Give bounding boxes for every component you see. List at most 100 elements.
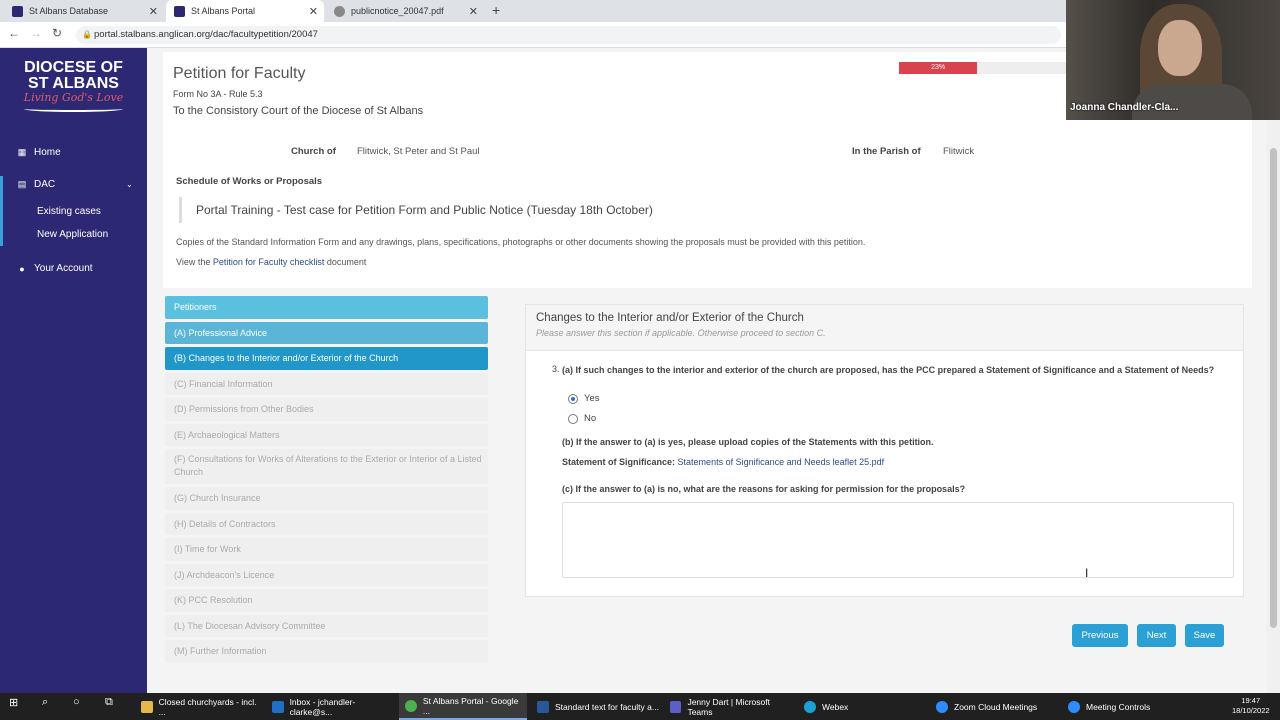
church-value: Flitwick, St Peter and St Paul <box>357 146 480 157</box>
reload-icon[interactable]: ↻ <box>52 26 62 40</box>
forward-arrow-icon[interactable]: → <box>30 26 42 40</box>
step-d[interactable]: (D) Permissions from Other Bodies <box>165 398 488 421</box>
statement-of-significance: Statement of Significance: Statements of… <box>562 457 885 467</box>
teams-icon <box>670 700 682 713</box>
taskbar-webex[interactable]: Webex <box>798 693 926 720</box>
step-h[interactable]: (H) Details of Contractors <box>165 512 488 535</box>
step-k[interactable]: (K) PCC Resolution <box>165 589 488 612</box>
step-g[interactable]: (G) Church Insurance <box>165 487 488 510</box>
lock-icon: 🔒 <box>82 30 92 39</box>
taskbar-chrome-portal[interactable]: St Albans Portal - Google ... <box>399 693 527 720</box>
radio-no[interactable]: No <box>568 413 596 424</box>
radio-yes-input[interactable] <box>568 393 578 404</box>
panel-title: Changes to the Interior and/or Exterior … <box>536 312 804 324</box>
webcam-overlay: Joanna Chandler-Cla... <box>1066 0 1280 120</box>
close-icon[interactable]: ✕ <box>309 5 318 18</box>
radio-yes[interactable]: Yes <box>568 393 600 404</box>
taskbar-meeting-controls[interactable]: Meeting Controls <box>1062 693 1190 720</box>
back-arrow-icon[interactable]: ← <box>8 26 20 40</box>
search-icon[interactable]: ⌕ <box>42 696 48 709</box>
checklist-line: View the Petition for Faculty checklist … <box>176 257 367 267</box>
windows-start-icon[interactable]: ⊞ <box>9 696 18 709</box>
next-button[interactable]: Next <box>1137 624 1176 647</box>
parish-value: Flitwick <box>943 146 975 157</box>
participant-name: Joanna Chandler-Cla... <box>1070 102 1179 113</box>
step-m[interactable]: (M) Further Information <box>165 640 488 663</box>
tab-st-albans-portal[interactable]: St Albans Portal ✕ <box>166 0 324 22</box>
save-button[interactable]: Save <box>1185 624 1224 647</box>
diocese-logo[interactable]: DIOCESE OF ST ALBANS Living God's Love <box>16 60 131 112</box>
form-number: Form No 3A - Rule 5.3 <box>173 89 263 99</box>
sos-file-link[interactable]: Statements of Significance and Needs lea… <box>678 457 885 467</box>
chevron-down-icon: ⌄ <box>126 180 133 189</box>
page-scrollbar[interactable] <box>1267 48 1280 693</box>
radio-no-input[interactable] <box>568 413 578 424</box>
user-icon: ● <box>19 263 25 274</box>
sidebar: DIOCESE OF ST ALBANS Living God's Love ▦… <box>0 48 147 693</box>
sidebar-item-dac[interactable]: ▤ DAC ⌄ <box>0 179 147 190</box>
panel-header: Changes to the Interior and/or Exterior … <box>526 305 1243 351</box>
close-icon[interactable]: ✕ <box>149 5 158 18</box>
task-view-icon[interactable]: ⧉ <box>105 696 113 709</box>
progress-fill: 23% <box>899 62 978 74</box>
main-content: Petition for Faculty Form No 3A - Rule 5… <box>147 48 1267 693</box>
address-bar: ← → ↻ 🔒 portal.stalbans.anglican.org/dac… <box>0 22 1066 48</box>
church-label: Church of <box>291 146 336 157</box>
section-steps: Petitioners (A) Professional Advice (B) … <box>165 296 488 666</box>
taskbar-teams[interactable]: Jenny Dart | Microsoft Teams <box>664 693 792 720</box>
sidebar-item-new-application[interactable]: New Application <box>0 229 147 240</box>
reasons-textarea[interactable] <box>562 502 1234 578</box>
checklist-link[interactable]: Petition for Faculty checklist <box>213 257 325 267</box>
cortana-icon[interactable]: ○ <box>73 696 80 708</box>
question-number: 3. <box>552 364 560 374</box>
question-b: (b) If the answer to (a) is yes, please … <box>562 437 934 447</box>
petition-info: Church of Flitwick, St Peter and St Paul… <box>163 130 1252 288</box>
page-title: Petition for Faculty <box>173 65 306 82</box>
file-explorer-icon <box>141 700 153 713</box>
step-a[interactable]: (A) Professional Advice <box>165 321 488 344</box>
schedule-label: Schedule of Works or Proposals <box>176 176 323 187</box>
new-tab-icon[interactable]: + <box>492 2 500 18</box>
question-c: (c) If the answer to (a) is no, what are… <box>562 484 966 494</box>
step-petitioners[interactable]: Petitioners <box>165 296 488 319</box>
sidebar-item-home[interactable]: ▦ Home <box>0 147 147 158</box>
text-cursor-icon: I <box>1085 566 1089 580</box>
step-b[interactable]: (B) Changes to the Interior and/or Exter… <box>165 347 488 370</box>
system-clock[interactable]: 19:47 18/10/2022 <box>1232 696 1270 716</box>
step-c[interactable]: (C) Financial Information <box>165 372 488 395</box>
url-field[interactable]: 🔒 portal.stalbans.anglican.org/dac/facul… <box>76 26 1061 44</box>
taskbar-outlook-inbox[interactable]: Inbox - jchandler-clarke@s... <box>266 693 394 720</box>
step-l[interactable]: (L) The Diocesan Advisory Committee <box>165 614 488 637</box>
taskbar-zoom[interactable]: Zoom Cloud Meetings <box>930 693 1058 720</box>
taskbar-word-doc[interactable]: Standard text for faculty a... <box>531 693 659 720</box>
webex-icon <box>804 700 816 713</box>
copies-notice: Copies of the Standard Information Form … <box>176 237 866 247</box>
taskbar-closed-churchyards[interactable]: Closed churchyards - incl. ... <box>135 693 263 720</box>
grid-icon: ▦ <box>17 147 27 157</box>
zoom-icon <box>1068 700 1080 713</box>
close-icon[interactable]: ✕ <box>469 5 478 18</box>
step-e[interactable]: (E) Archaeological Matters <box>165 423 488 446</box>
outlook-icon <box>272 700 284 713</box>
previous-button[interactable]: Previous <box>1072 624 1128 647</box>
step-i[interactable]: (I) Time for Work <box>165 538 488 561</box>
portal-favicon-icon <box>174 5 185 17</box>
court-heading: To the Consistory Court of the Diocese o… <box>173 105 424 117</box>
zoom-icon <box>936 700 948 713</box>
section-b-panel: Changes to the Interior and/or Exterior … <box>525 304 1244 597</box>
sidebar-item-your-account[interactable]: ● Your Account <box>0 263 147 274</box>
step-f[interactable]: (F) Consultations for Works of Alteratio… <box>165 449 488 484</box>
chrome-icon <box>405 699 417 712</box>
word-icon <box>537 700 549 713</box>
tab-st-albans-database[interactable]: St Albans Database ✕ <box>4 0 164 22</box>
scrollbar-thumb[interactable] <box>1270 148 1277 628</box>
panel-subtitle: Please answer this section if applicable… <box>536 328 826 338</box>
step-j[interactable]: (J) Archdeacon's Licence <box>165 563 488 586</box>
question-a: (a) If such changes to the interior and … <box>562 365 1215 375</box>
browser-tab-bar: St Albans Database ✕ St Albans Portal ✕ … <box>0 0 1066 22</box>
windows-taskbar: ⊞ ⌕ ○ ⧉ Closed churchyards - incl. ... I… <box>0 693 1280 720</box>
database-favicon-icon <box>12 5 23 17</box>
progress-bar: 23% <box>899 62 1069 74</box>
tab-publicnotice-pdf[interactable]: publicnotice_20047.pdf ✕ <box>326 0 484 22</box>
sidebar-item-existing-cases[interactable]: Existing cases <box>0 206 147 217</box>
